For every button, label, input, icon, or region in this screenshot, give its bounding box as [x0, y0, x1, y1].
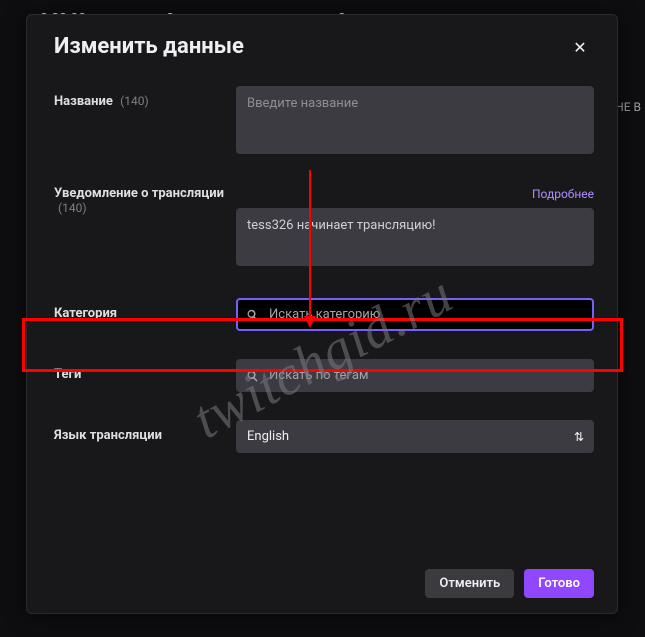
cancel-button[interactable]: Отменить	[425, 569, 514, 598]
title-input[interactable]	[236, 86, 594, 154]
notification-input[interactable]	[236, 208, 594, 266]
search-icon	[245, 307, 260, 322]
category-label: Категория	[54, 298, 236, 321]
language-label: Язык трансляции	[54, 420, 236, 443]
modal-title: Изменить данные	[54, 34, 244, 59]
title-label: Название (140)	[54, 86, 236, 109]
background-side-text: НЕ В	[615, 100, 641, 114]
category-search-input[interactable]	[236, 298, 594, 331]
done-button[interactable]: Готово	[524, 569, 594, 598]
notification-label: Уведомление о трансляции (140)	[54, 186, 236, 216]
edit-info-modal: Изменить данные ✕ Название (140) Уведомл…	[26, 14, 618, 614]
close-button[interactable]: ✕	[566, 34, 594, 62]
more-link[interactable]: Подробнее	[532, 187, 594, 201]
search-icon	[245, 368, 260, 383]
tags-label: Теги	[54, 359, 236, 382]
close-icon: ✕	[573, 40, 586, 57]
tags-search-input[interactable]	[236, 359, 594, 392]
language-select[interactable]: English	[236, 420, 594, 453]
